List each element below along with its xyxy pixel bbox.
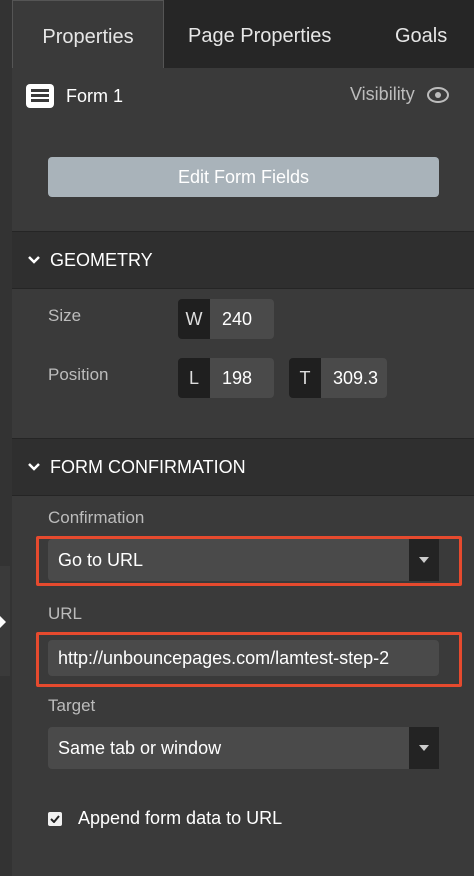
tab-goals[interactable]: Goals (395, 0, 447, 68)
confirmation-label: Confirmation (48, 508, 145, 527)
tab-bar: Properties Page Properties Goals (12, 0, 474, 68)
left-value[interactable]: 198 (210, 358, 274, 398)
width-field[interactable]: W 240 (178, 299, 274, 339)
dropdown-arrow-icon (409, 727, 439, 769)
top-value[interactable]: 309.3 (321, 358, 387, 398)
position-label: Position (48, 365, 109, 384)
chevron-right-icon (0, 616, 6, 628)
left-edge-strip (0, 0, 12, 876)
visibility-toggle[interactable]: Visibility (350, 84, 449, 105)
geometry-title: GEOMETRY (50, 249, 153, 270)
width-key: W (178, 299, 210, 339)
collapse-panel-handle[interactable] (0, 566, 10, 676)
eye-icon (426, 86, 449, 103)
geometry-section-header[interactable]: GEOMETRY (12, 231, 474, 289)
chevron-down-icon (28, 256, 40, 264)
visibility-label: Visibility (350, 84, 415, 104)
append-form-data-option[interactable]: Append form data to URL (48, 808, 282, 829)
left-field[interactable]: L 198 (178, 358, 274, 398)
url-label: URL (48, 604, 83, 623)
width-value[interactable]: 240 (210, 299, 274, 339)
chevron-down-icon (28, 463, 40, 471)
confirmation-highlight (36, 536, 462, 586)
url-highlight (36, 632, 462, 687)
tab-page-properties[interactable]: Page Properties (188, 0, 331, 68)
element-title: Form 1 (26, 84, 123, 108)
form-icon (26, 84, 54, 108)
edit-form-fields-button[interactable]: Edit Form Fields (48, 157, 439, 197)
top-key: T (289, 358, 321, 398)
target-value: Same tab or window (58, 737, 222, 758)
size-label: Size (48, 306, 82, 325)
form-confirmation-section-header[interactable]: FORM CONFIRMATION (12, 438, 474, 496)
left-key: L (178, 358, 210, 398)
form-confirmation-title: FORM CONFIRMATION (50, 456, 246, 477)
target-label: Target (48, 696, 96, 715)
append-label: Append form data to URL (78, 808, 283, 828)
element-name: Form 1 (66, 85, 124, 106)
checkmark-icon (50, 814, 60, 823)
append-checkbox[interactable] (48, 811, 62, 826)
top-field[interactable]: T 309.3 (289, 358, 387, 398)
target-select[interactable]: Same tab or window (48, 727, 439, 769)
tab-properties[interactable]: Properties (12, 0, 164, 68)
